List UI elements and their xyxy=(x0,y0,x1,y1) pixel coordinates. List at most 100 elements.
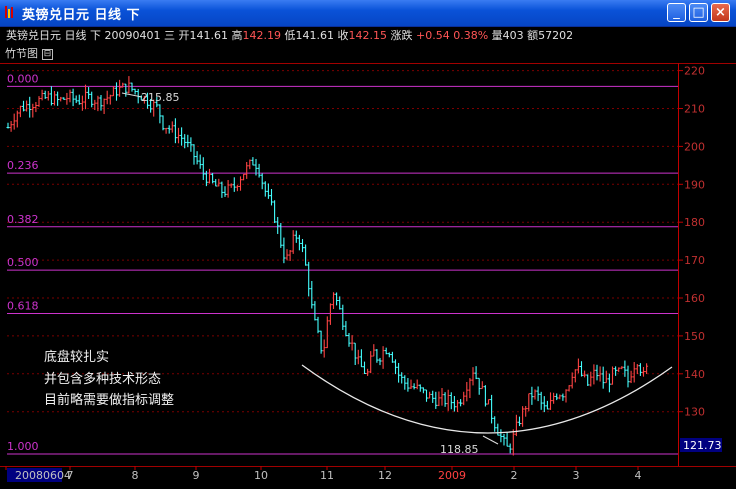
price-bar xyxy=(524,405,528,417)
price-bar xyxy=(487,399,490,405)
price-bar xyxy=(397,362,401,383)
price-bar xyxy=(390,351,394,363)
price-bar xyxy=(257,163,261,178)
price-bar xyxy=(412,383,416,390)
price-bar xyxy=(307,261,311,297)
price-bar xyxy=(245,161,249,179)
price-bar xyxy=(372,344,376,357)
price-bar xyxy=(239,176,242,191)
price-bar xyxy=(589,371,593,387)
price-bar xyxy=(468,378,472,399)
price-bar xyxy=(232,177,236,192)
price-bar xyxy=(508,443,512,454)
price-bar xyxy=(77,94,81,105)
price-bar xyxy=(449,392,453,410)
price-bar xyxy=(341,304,345,331)
price-bar xyxy=(335,292,339,306)
price-bar xyxy=(310,280,314,309)
price-bar xyxy=(260,173,264,190)
price-bar xyxy=(263,181,267,197)
price-bar xyxy=(40,89,44,101)
low-marker-line xyxy=(482,435,499,445)
fib-level-label: 0.000 xyxy=(7,72,39,85)
price-bar xyxy=(90,91,94,108)
price-bar xyxy=(18,105,22,118)
price-bar xyxy=(542,396,546,413)
price-bar xyxy=(170,121,174,133)
price-bar xyxy=(366,368,370,376)
price-tick-label: 150 xyxy=(684,330,705,343)
price-tick-label: 130 xyxy=(684,406,705,419)
price-bar xyxy=(511,429,515,456)
time-tick-label: 8 xyxy=(132,469,139,482)
price-bar xyxy=(108,94,112,105)
time-tick-label: 20080604 xyxy=(15,469,71,482)
price-bar xyxy=(381,346,385,369)
price-tick-label: 160 xyxy=(684,292,705,305)
price-bar xyxy=(31,103,35,118)
price-bar xyxy=(620,366,624,370)
price-bar xyxy=(297,234,301,251)
price-tick-label: 210 xyxy=(684,103,705,116)
price-bar xyxy=(322,339,326,358)
price-bar xyxy=(6,122,10,129)
price-bar xyxy=(369,351,373,374)
price-bar xyxy=(198,154,202,169)
price-bar xyxy=(611,366,614,385)
price-bar xyxy=(344,321,348,337)
price-bar xyxy=(505,432,509,447)
price-bar xyxy=(313,301,317,321)
price-bar xyxy=(642,366,645,377)
price-bar xyxy=(266,183,270,199)
high-marker-line xyxy=(121,92,143,98)
time-tick-label: 4 xyxy=(635,469,642,482)
price-bar xyxy=(217,178,221,187)
price-bar xyxy=(443,392,447,407)
price-bar xyxy=(115,82,118,101)
price-bar xyxy=(406,378,410,392)
app-window: 英镑兑日元 日线 下 _ □ × 英镑兑日元 日线 下 20090401 三 开… xyxy=(0,0,736,489)
price-bar xyxy=(192,144,196,165)
price-bar xyxy=(242,173,246,181)
price-bar xyxy=(601,366,605,389)
price-bar xyxy=(440,388,444,406)
price-bar xyxy=(325,316,329,349)
price-bar xyxy=(22,100,25,112)
price-bar xyxy=(638,363,642,376)
price-bar xyxy=(201,157,205,180)
time-tick-label: 10 xyxy=(254,469,268,482)
price-bar xyxy=(561,393,565,401)
rounding-bottom-curve xyxy=(301,364,673,434)
price-bar xyxy=(607,373,611,393)
price-bar xyxy=(415,379,419,390)
price-bar xyxy=(25,100,29,112)
price-bar xyxy=(477,377,481,395)
price-bar xyxy=(294,230,298,243)
time-tick-label: 2 xyxy=(511,469,518,482)
price-bar xyxy=(586,374,590,386)
price-tick-label: 220 xyxy=(684,65,705,78)
price-axis: 220 210 200 190 180 170 160 150 140 130 xyxy=(678,65,705,419)
time-tick-label: 3 xyxy=(573,469,580,482)
price-bar xyxy=(173,118,177,144)
price-bar xyxy=(425,389,428,402)
price-bar xyxy=(428,391,432,399)
price-bar xyxy=(437,391,441,407)
price-bar xyxy=(474,366,478,380)
price-bar xyxy=(632,362,636,383)
price-bar xyxy=(282,237,286,264)
price-bar xyxy=(46,91,50,101)
fib-level-label: 0.618 xyxy=(7,300,39,313)
price-bar xyxy=(363,361,366,374)
price-bar xyxy=(15,110,19,128)
price-bar xyxy=(328,303,332,325)
price-bar xyxy=(288,250,292,261)
price-bar xyxy=(102,98,106,115)
price-bar xyxy=(418,384,422,392)
price-bar xyxy=(53,91,56,106)
price-bar xyxy=(595,364,599,381)
price-bar xyxy=(604,370,608,384)
price-bar xyxy=(456,399,459,413)
price-bar xyxy=(28,96,32,118)
price-bar xyxy=(226,180,230,198)
